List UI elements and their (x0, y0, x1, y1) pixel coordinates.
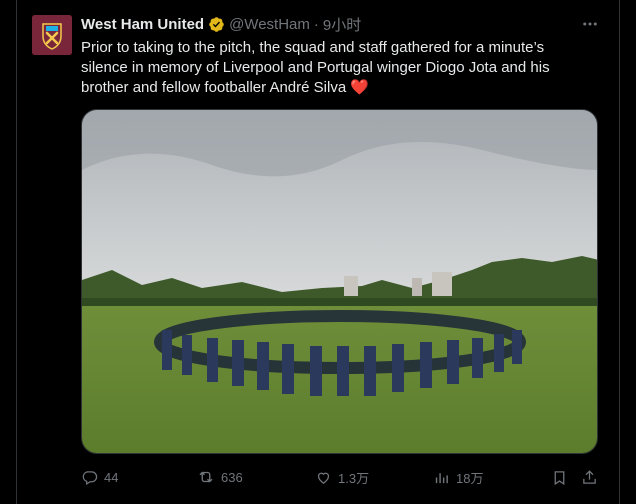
retweet-count: 636 (221, 469, 243, 485)
separator-dot: · (313, 15, 319, 33)
tweet-photo[interactable] (81, 109, 598, 454)
share-icon (583, 469, 596, 484)
more-icon (583, 22, 597, 26)
views-count: 18万 (456, 470, 484, 486)
share-button[interactable] (581, 466, 598, 488)
reply-button[interactable]: 44 (81, 466, 118, 488)
photo-image (82, 110, 597, 453)
views-icon (435, 472, 448, 483)
west-ham-crest-icon (32, 15, 72, 55)
verified-badge-icon (209, 16, 224, 32)
views-button[interactable]: 18万 (433, 466, 483, 488)
reply-icon (82, 470, 98, 485)
author-name[interactable]: West Ham United (81, 16, 204, 33)
heart-icon (317, 472, 330, 484)
avatar[interactable] (32, 15, 72, 55)
more-button[interactable] (578, 14, 602, 34)
retweet-icon (199, 471, 213, 483)
author-handle[interactable]: @WestHam (229, 16, 310, 33)
tweet-header: West Ham United @WestHam · 9小时 (81, 14, 361, 34)
tweet-text: Prior to taking to the pitch, the squad … (81, 39, 550, 96)
action-bar: 44 636 1.3万 18万 (81, 466, 601, 488)
bookmark-button[interactable] (551, 466, 568, 488)
like-count: 1.3万 (338, 470, 370, 486)
timestamp[interactable]: 9小时 (323, 14, 361, 35)
reply-count: 44 (104, 469, 119, 485)
retweet-button[interactable]: 636 (197, 466, 243, 488)
like-button[interactable]: 1.3万 (315, 466, 369, 488)
bookmark-icon (554, 470, 565, 485)
